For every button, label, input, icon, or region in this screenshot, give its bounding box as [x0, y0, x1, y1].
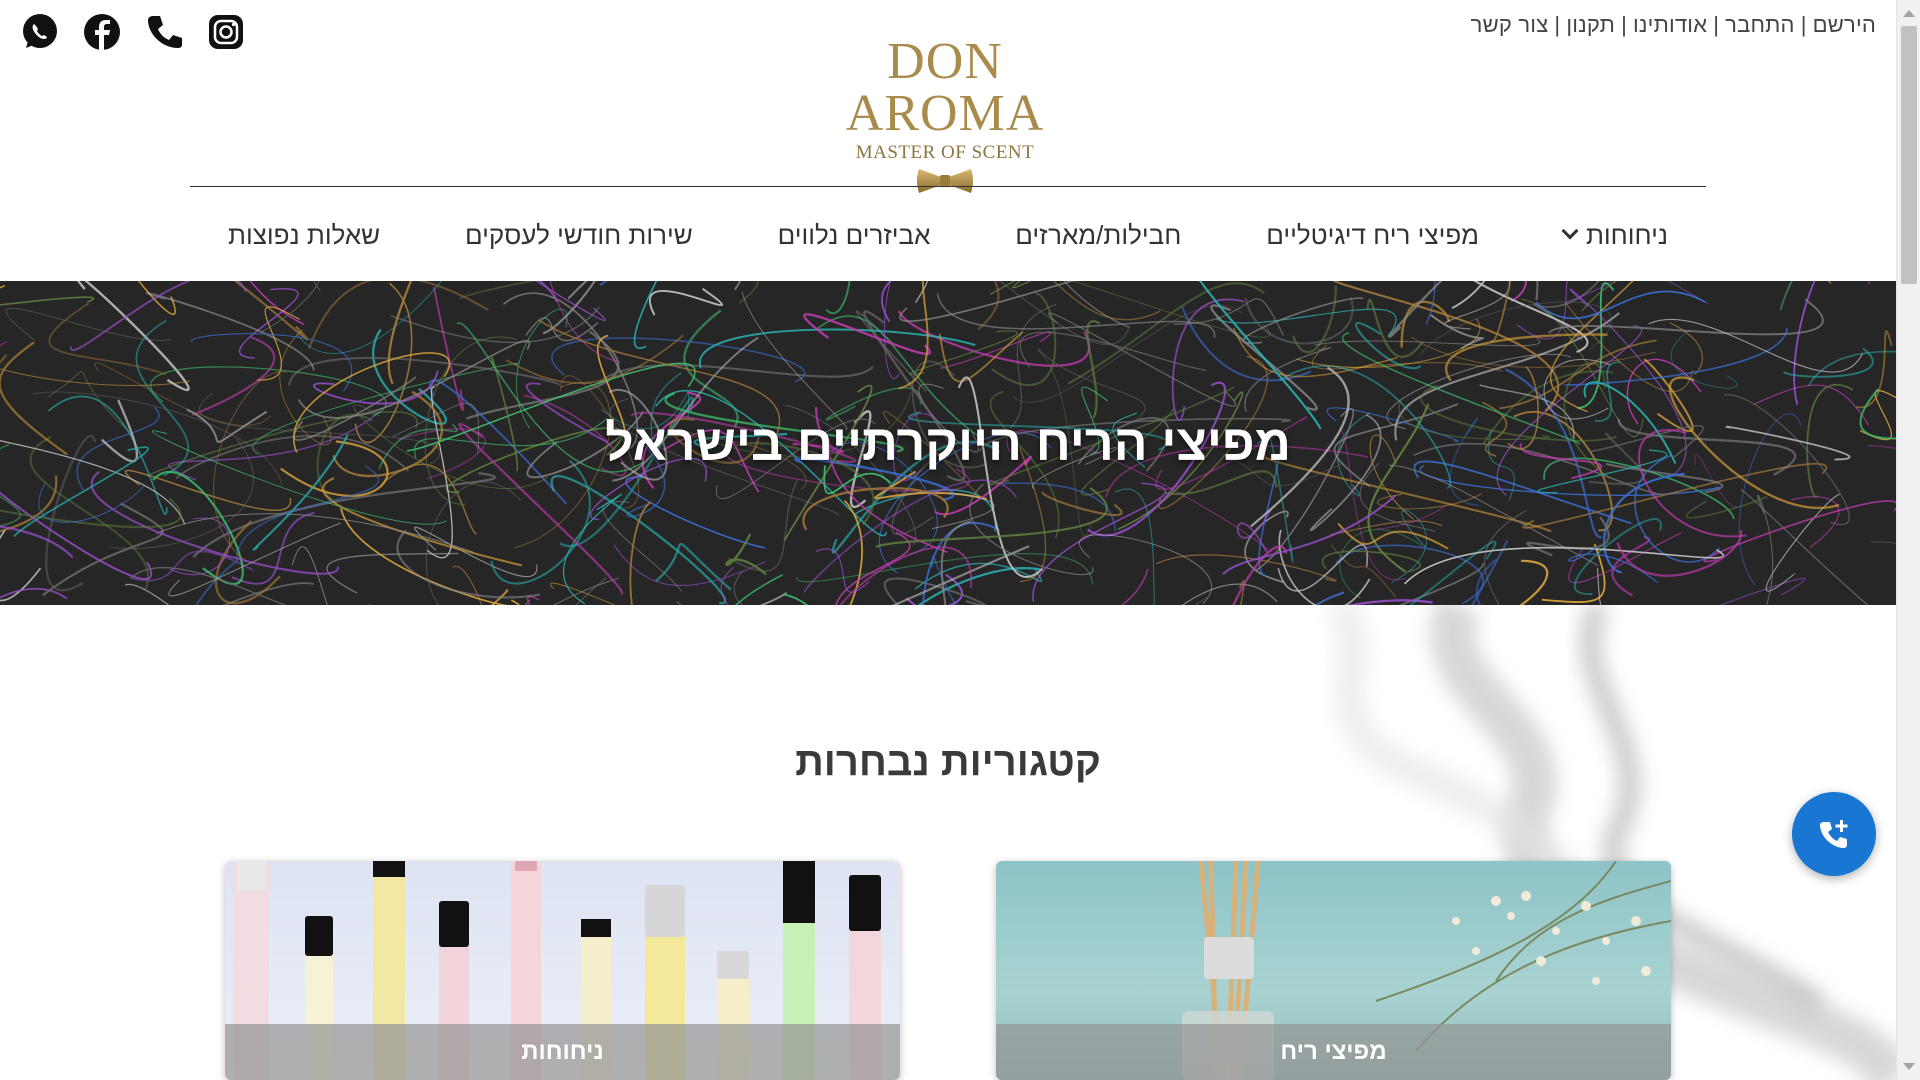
- link-separator: |: [1713, 12, 1720, 37]
- about-link[interactable]: אודותינו: [1633, 12, 1707, 37]
- bowtie-icon: [917, 169, 973, 193]
- link-separator: |: [1621, 12, 1627, 37]
- whatsapp-icon[interactable]: [20, 12, 60, 52]
- nav-item-label: חבילות/מארזים: [1015, 219, 1182, 250]
- phone-icon[interactable]: [144, 12, 184, 52]
- category-card-label: מפיצי ריח: [996, 1024, 1671, 1080]
- nav-item-label: שאלות נפוצות: [228, 219, 381, 250]
- category-card-label: ניחוחות: [225, 1024, 900, 1080]
- social-links: [20, 12, 246, 52]
- header-divider: [190, 186, 1706, 187]
- nav-item-accessories[interactable]: אביזרים נלווים: [778, 212, 931, 258]
- hero-banner: מפיצי הריח היוקרתיים בישראל: [0, 281, 1896, 605]
- facebook-icon[interactable]: [82, 12, 122, 52]
- terms-link[interactable]: תקנון: [1566, 12, 1615, 37]
- categories-title: קטגוריות נבחרות: [795, 740, 1101, 784]
- nav-item-faq[interactable]: שאלות נפוצות: [228, 212, 380, 258]
- page: הירשם|התחבר|אודותינו|תקנון|צור קשר DON A…: [0, 0, 1896, 1080]
- hero-title: מפיצי הריח היוקרתיים בישראל: [605, 415, 1291, 471]
- call-back-button[interactable]: [1792, 792, 1876, 876]
- nav-item-label: מפיצי ריח דיגיטליים: [1266, 219, 1480, 250]
- link-separator: |: [1800, 12, 1807, 37]
- logo-name: DON AROMA: [845, 33, 1045, 142]
- main-nav: ניחוחות מפיצי ריח דיגיטליים חבילות/מארזי…: [190, 212, 1706, 258]
- top-links: הירשם|התחבר|אודותינו|תקנון|צור קשר: [1471, 12, 1876, 38]
- scrollbar-thumb[interactable]: [1901, 26, 1917, 284]
- scroll-up-arrow-icon[interactable]: [1903, 10, 1915, 17]
- nav-item-label: שירות חודשי לעסקים: [465, 219, 693, 250]
- login-link[interactable]: התחבר: [1725, 12, 1795, 37]
- nav-item-digital-diffusers[interactable]: מפיצי ריח דיגיטליים: [1266, 212, 1479, 258]
- chevron-down-icon: [1561, 222, 1579, 240]
- register-link[interactable]: הירשם: [1813, 12, 1876, 37]
- contact-link[interactable]: צור קשר: [1471, 12, 1549, 37]
- instagram-icon[interactable]: [206, 12, 246, 52]
- nav-item-packages[interactable]: חבילות/מארזים: [1015, 212, 1181, 258]
- logo-tagline: MASTER OF SCENT: [855, 142, 1035, 163]
- site-logo[interactable]: DON AROMA MASTER OF SCENT: [805, 36, 1085, 196]
- nav-item-label: אביזרים נלווים: [777, 219, 931, 250]
- nav-item-scents[interactable]: ניחוחות: [1561, 212, 1668, 258]
- nav-item-business-service[interactable]: שירות חודשי לעסקים: [465, 212, 693, 258]
- category-card-diffusers[interactable]: מפיצי ריח: [996, 861, 1671, 1080]
- category-card-scents[interactable]: ניחוחות: [225, 861, 900, 1080]
- nav-item-label: ניחוחות: [1585, 219, 1668, 250]
- scroll-down-arrow-icon[interactable]: [1903, 1063, 1915, 1070]
- link-separator: |: [1554, 12, 1561, 37]
- add-call-icon: [1820, 820, 1848, 848]
- page-scrollbar[interactable]: [1896, 0, 1920, 1080]
